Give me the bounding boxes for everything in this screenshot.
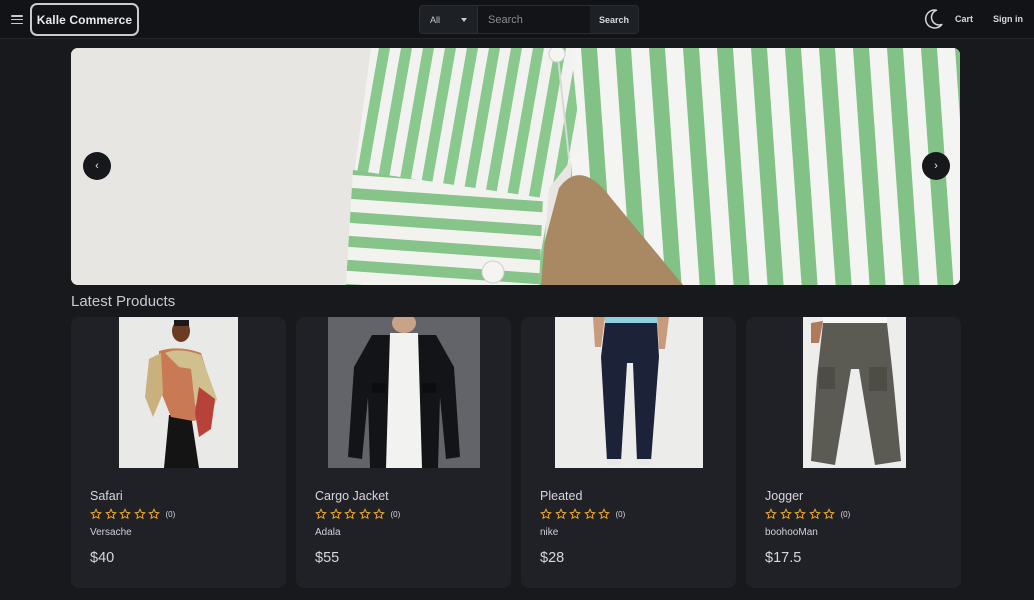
product-brand: nike: [540, 527, 559, 538]
star-icon: [779, 508, 792, 520]
hamburger-menu-icon[interactable]: [10, 13, 24, 26]
product-price: $40: [90, 550, 115, 566]
product-image[interactable]: [328, 317, 480, 468]
carousel-next-button[interactable]: ›: [922, 152, 950, 180]
star-icon: [344, 508, 356, 520]
star-icon: [808, 508, 821, 520]
product-name[interactable]: Cargo Jacket: [315, 489, 389, 503]
star-icon: [569, 508, 581, 520]
safari-shirt-image: [119, 317, 238, 468]
product-brand: Adala: [315, 527, 341, 538]
rating-count: (0): [165, 509, 176, 519]
star-icon: [133, 508, 146, 520]
star-icon: [583, 508, 596, 520]
product-name[interactable]: Safari: [90, 489, 123, 503]
star-icon: [90, 508, 102, 520]
product-brand: Versache: [90, 527, 132, 538]
cart-link[interactable]: Cart: [955, 14, 973, 24]
sign-in-link[interactable]: Sign in: [993, 14, 1023, 24]
carousel-prev-button[interactable]: ‹: [83, 152, 111, 180]
star-icon: [554, 508, 567, 520]
search-category-value: All: [430, 14, 441, 25]
star-icon: [358, 508, 371, 520]
product-rating: (0): [765, 508, 850, 520]
product-card[interactable]: Jogger (0) boohooMan $17.5: [746, 317, 961, 588]
search-input[interactable]: [478, 6, 590, 33]
product-price: $55: [315, 550, 340, 566]
product-rating: (0): [540, 508, 625, 520]
star-icon: [104, 508, 117, 520]
star-icon: [329, 508, 342, 520]
search-bar: All Search: [419, 5, 639, 34]
moon-icon[interactable]: [921, 7, 945, 31]
striped-shirt-banner-image: [71, 48, 960, 285]
star-icon: [315, 508, 327, 520]
pleated-trousers-image: [555, 317, 703, 468]
product-price: $17.5: [765, 550, 802, 566]
star-icon: [540, 508, 552, 520]
product-card[interactable]: Cargo Jacket (0) Adala $55: [296, 317, 511, 588]
product-price: $28: [540, 550, 565, 566]
cargo-jacket-image: [328, 317, 480, 468]
star-icon: [373, 508, 385, 520]
product-rating: (0): [90, 508, 175, 520]
search-category-select[interactable]: All: [420, 6, 478, 33]
brand-logo-button[interactable]: Kalle Commerce: [30, 3, 139, 36]
product-card[interactable]: Pleated (0) nike $28: [521, 317, 736, 588]
product-card[interactable]: Safari (0) Versache $40: [71, 317, 286, 588]
rating-count: (0): [390, 509, 401, 519]
rating-count: (0): [840, 509, 851, 519]
product-image[interactable]: [555, 317, 703, 468]
hero-carousel[interactable]: [71, 48, 960, 285]
search-button[interactable]: Search: [590, 6, 638, 33]
rating-count: (0): [615, 509, 626, 519]
jogger-pants-image: [803, 317, 906, 468]
product-name[interactable]: Pleated: [540, 489, 582, 503]
product-brand: boohooMan: [765, 527, 818, 538]
section-title: Latest Products: [71, 293, 176, 310]
product-image[interactable]: [119, 317, 238, 468]
star-icon: [119, 508, 131, 520]
product-rating: (0): [315, 508, 400, 520]
product-image[interactable]: [803, 317, 906, 468]
star-icon: [794, 508, 806, 520]
star-icon: [765, 508, 777, 520]
star-icon: [598, 508, 610, 520]
product-name[interactable]: Jogger: [765, 489, 803, 503]
star-icon: [823, 508, 835, 520]
star-icon: [148, 508, 160, 520]
chevron-down-icon: [461, 18, 467, 22]
top-navbar: Kalle Commerce All Search Cart Sign in: [0, 0, 1034, 39]
